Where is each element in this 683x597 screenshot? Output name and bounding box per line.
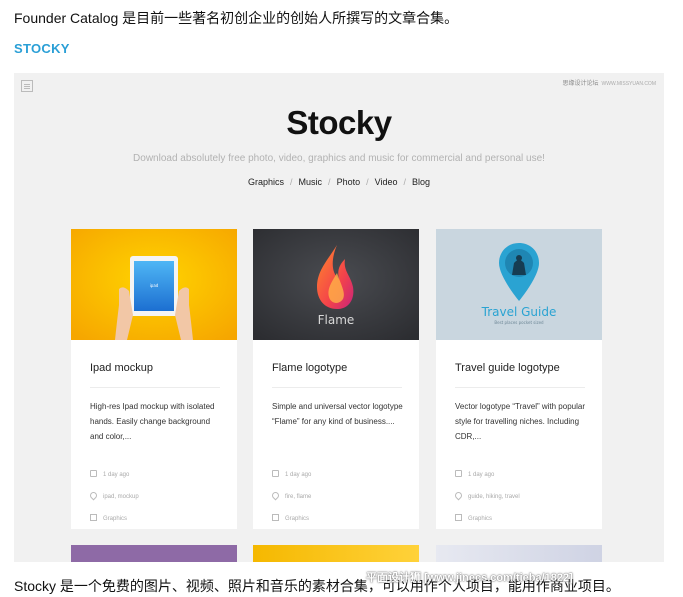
card-description: Vector logotype “Travel” with popular st…	[455, 402, 585, 441]
category-nav: Graphics / Music / Photo / Video / Blog	[14, 177, 664, 187]
card-category-text[interactable]: Graphics	[285, 516, 309, 522]
calendar-icon	[272, 470, 279, 477]
card-date: 1 day ago	[272, 470, 311, 478]
card-divider	[272, 387, 402, 388]
card-date-text: 1 day ago	[468, 472, 495, 478]
card-divider	[90, 387, 220, 388]
watermark-bottom: 平面设计狮 [www.jinecs.com/tieba/1822]	[366, 572, 573, 584]
nav-separator: /	[328, 177, 331, 187]
card-description: Simple and universal vector logotype “Fl…	[272, 402, 403, 426]
folder-icon	[455, 514, 462, 521]
card-tags: fire, flame	[270, 490, 311, 501]
card-title[interactable]: Travel guide logotype	[455, 362, 560, 374]
flame-logo-text: Flame	[318, 313, 355, 327]
nav-blog[interactable]: Blog	[412, 177, 430, 187]
card-image[interactable]: Flame	[253, 229, 419, 340]
menu-icon[interactable]	[21, 80, 33, 92]
location-pin-icon	[88, 490, 99, 501]
watermark-top: 思缘设计论坛 WWW.MISSYUAN.COM	[563, 78, 656, 87]
card-tags-text[interactable]: guide, hiking, travel	[468, 494, 520, 500]
card-category: Graphics	[90, 514, 127, 522]
folder-icon	[90, 514, 97, 521]
card-image[interactable]: Travel Guide Best places pocket sized	[436, 229, 602, 340]
nav-music[interactable]: Music	[299, 177, 323, 187]
watermark-url: WWW.MISSYUAN.COM	[601, 81, 656, 87]
hero-title: Stocky	[286, 104, 392, 141]
folder-icon	[272, 514, 279, 521]
nav-graphics[interactable]: Graphics	[248, 177, 284, 187]
hero-tagline: Download absolutely free photo, video, g…	[133, 153, 545, 164]
nav-separator: /	[366, 177, 369, 187]
card-ipad-mockup[interactable]: ipad Ipad mockup High-res Ipad mockup wi…	[71, 229, 237, 529]
stocky-screenshot: 思缘设计论坛 WWW.MISSYUAN.COM Stocky Download a…	[14, 73, 664, 562]
card-divider	[455, 387, 585, 388]
article-intro: Founder Catalog 是目前一些著名初创企业的创始人所撰写的文章合集。	[14, 10, 459, 26]
watermark-site: 思缘设计论坛	[562, 81, 599, 87]
nav-photo[interactable]: Photo	[337, 177, 361, 187]
card-title[interactable]: Ipad mockup	[90, 362, 153, 374]
card-tags-text[interactable]: fire, flame	[285, 494, 311, 500]
next-card-preview[interactable]	[71, 545, 237, 562]
ipad-mockup-image: ipad	[71, 229, 237, 340]
next-card-preview[interactable]	[436, 545, 602, 562]
card-travel-guide-logotype[interactable]: Travel Guide Best places pocket sized Tr…	[436, 229, 602, 529]
card-category-text[interactable]: Graphics	[468, 516, 492, 522]
card-description: High-res Ipad mockup with isolated hands…	[90, 402, 215, 441]
card-title[interactable]: Flame logotype	[272, 362, 347, 374]
card-tags: guide, hiking, travel	[453, 490, 520, 501]
card-image[interactable]: ipad	[71, 229, 237, 340]
next-card-preview[interactable]	[253, 545, 419, 562]
svg-text:ipad: ipad	[150, 283, 159, 288]
flame-logo-image: Flame	[253, 229, 419, 340]
nav-separator: /	[290, 177, 293, 187]
location-pin-icon	[453, 490, 464, 501]
calendar-icon	[90, 470, 97, 477]
card-tags: ipad, mockup	[88, 490, 139, 501]
card-date: 1 day ago	[90, 470, 129, 478]
card-date-text: 1 day ago	[285, 472, 312, 478]
nav-video[interactable]: Video	[375, 177, 398, 187]
card-flame-logotype[interactable]: Flame Flame logotype Simple and universa…	[253, 229, 419, 529]
card-category: Graphics	[455, 514, 492, 522]
section-title[interactable]: STOCKY	[14, 41, 70, 56]
travel-guide-logo-image: Travel Guide Best places pocket sized	[436, 229, 602, 340]
calendar-icon	[455, 470, 462, 477]
card-date: 1 day ago	[455, 470, 494, 478]
card-tags-text[interactable]: ipad, mockup	[103, 494, 139, 500]
nav-separator: /	[403, 177, 406, 187]
travel-logo-subtitle: Best places pocket sized	[494, 320, 544, 325]
card-date-text: 1 day ago	[103, 472, 130, 478]
card-category: Graphics	[272, 514, 309, 522]
travel-logo-text: Travel Guide	[481, 305, 557, 319]
card-category-text[interactable]: Graphics	[103, 516, 127, 522]
location-pin-icon	[270, 490, 281, 501]
